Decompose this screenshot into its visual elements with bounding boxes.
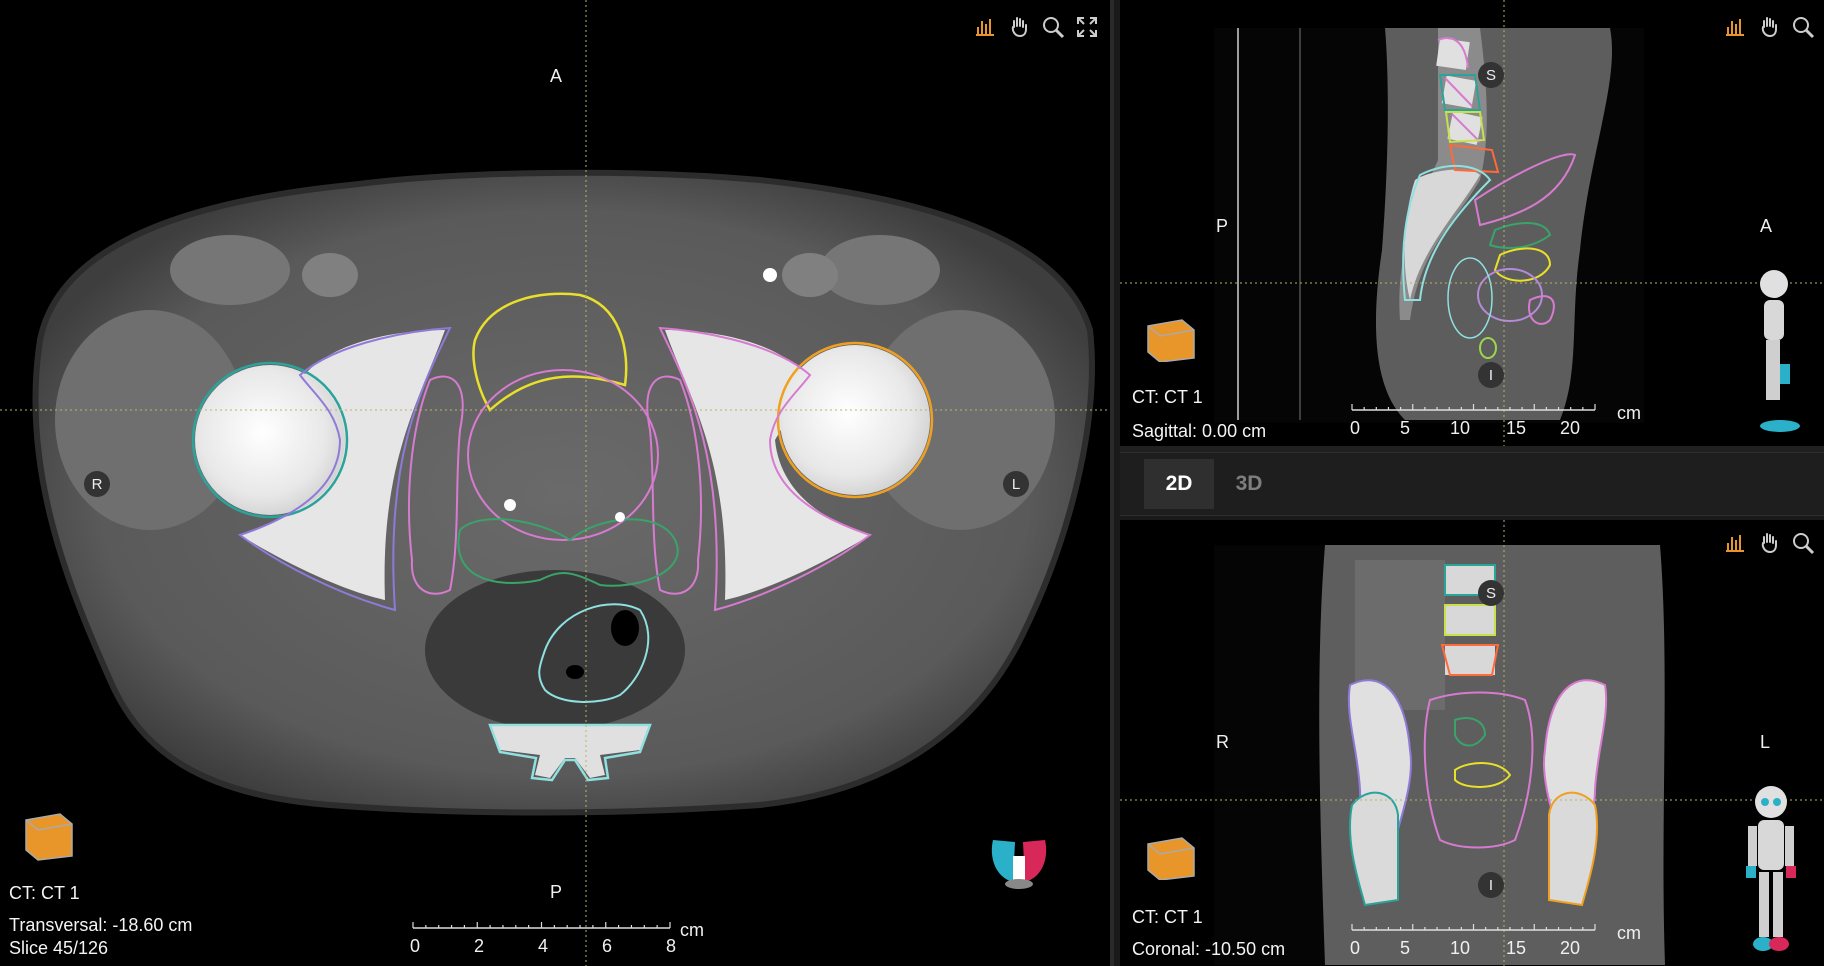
scale-tick-label: 8	[666, 936, 677, 956]
zoom-icon[interactable]	[1790, 14, 1816, 40]
view-cube-icon[interactable]	[20, 804, 78, 867]
window-level-icon[interactable]	[1722, 530, 1748, 556]
coronal-toolbar	[1722, 530, 1816, 556]
transversal-image	[0, 0, 1110, 966]
zoom-icon[interactable]	[1040, 14, 1066, 40]
coronal-viewport[interactable]: S I R L CT: CT 1 Coronal: -10.50 cm 0 5 …	[1120, 520, 1824, 966]
pan-hand-icon[interactable]	[1756, 14, 1782, 40]
ct-series-label: CT: CT 1	[1132, 387, 1203, 407]
scale-tick-label: 0	[410, 936, 421, 956]
orientation-figure-icon[interactable]	[985, 832, 1053, 895]
tab-3d[interactable]: 3D	[1214, 459, 1284, 509]
orientation-right-label: L	[1760, 732, 1771, 752]
scale-unit-label: cm	[1617, 923, 1641, 943]
scale-unit-label: cm	[680, 920, 704, 940]
scale-tick-label: 4	[538, 936, 549, 956]
view-mode-tabbar: 2D 3D	[1120, 452, 1824, 516]
orientation-right-label: A	[1760, 216, 1773, 236]
scale-tick-label: 10	[1450, 418, 1471, 438]
orientation-bottom-label: I	[1478, 872, 1504, 898]
orientation-bottom-label: I	[1478, 362, 1504, 388]
scale-tick-label: 0	[1350, 938, 1361, 958]
window-level-icon[interactable]	[1722, 14, 1748, 40]
pan-hand-icon[interactable]	[1756, 530, 1782, 556]
orientation-left-label: R	[1216, 732, 1229, 752]
transversal-toolbar	[972, 14, 1100, 40]
sagittal-viewport[interactable]: S I P A CT: CT 1 Sagittal: 0.00 cm 0 5 1…	[1120, 0, 1824, 446]
scale-unit-label: cm	[1617, 403, 1641, 423]
orientation-left-label: R	[84, 471, 110, 497]
orientation-figure-icon[interactable]	[1744, 266, 1804, 441]
orientation-left-label: P	[1216, 216, 1229, 236]
scale-tick-label: 10	[1450, 938, 1471, 958]
scale-tick-label: 2	[474, 936, 485, 956]
scale-tick-label: 20	[1560, 938, 1581, 958]
scale-bar: 0 5 10 15 20	[1350, 924, 1600, 964]
pan-hand-icon[interactable]	[1006, 14, 1032, 40]
scale-tick-label: 15	[1506, 938, 1527, 958]
fullscreen-icon[interactable]	[1074, 14, 1100, 40]
orientation-right-label: L	[1003, 471, 1029, 497]
scale-bar: 0 2 4 6 8	[410, 922, 680, 966]
window-level-icon[interactable]	[972, 14, 998, 40]
scale-tick-label: 6	[602, 936, 613, 956]
view-cube-icon[interactable]	[1142, 312, 1200, 367]
orientation-figure-icon[interactable]	[1736, 782, 1806, 962]
scale-tick-label: 5	[1400, 938, 1411, 958]
orientation-top-label: S	[1478, 580, 1504, 606]
zoom-icon[interactable]	[1790, 530, 1816, 556]
scale-tick-label: 0	[1350, 418, 1361, 438]
slice-position-label: Coronal: -10.50 cm	[1132, 939, 1286, 959]
view-cube-icon[interactable]	[1142, 830, 1200, 885]
ct-series-label: CT: CT 1	[9, 883, 80, 903]
transversal-viewport[interactable]: A P R L CT: CT 1 Transversal: -18.60 cm …	[0, 0, 1114, 966]
slice-index-label: Slice 45/126	[9, 938, 109, 958]
ct-series-label: CT: CT 1	[1132, 907, 1203, 927]
slice-position-label: Sagittal: 0.00 cm	[1132, 421, 1267, 441]
tab-2d[interactable]: 2D	[1144, 459, 1214, 509]
slice-position-label: Transversal: -18.60 cm	[9, 915, 193, 935]
scale-tick-label: 20	[1560, 418, 1581, 438]
scale-bar: 0 5 10 15 20	[1350, 404, 1600, 444]
orientation-bottom-label: P	[550, 882, 563, 902]
scale-tick-label: 5	[1400, 418, 1411, 438]
scale-tick-label: 15	[1506, 418, 1527, 438]
sagittal-toolbar	[1722, 14, 1816, 40]
orientation-top-label: S	[1478, 62, 1504, 88]
orientation-top-label: A	[550, 66, 563, 86]
